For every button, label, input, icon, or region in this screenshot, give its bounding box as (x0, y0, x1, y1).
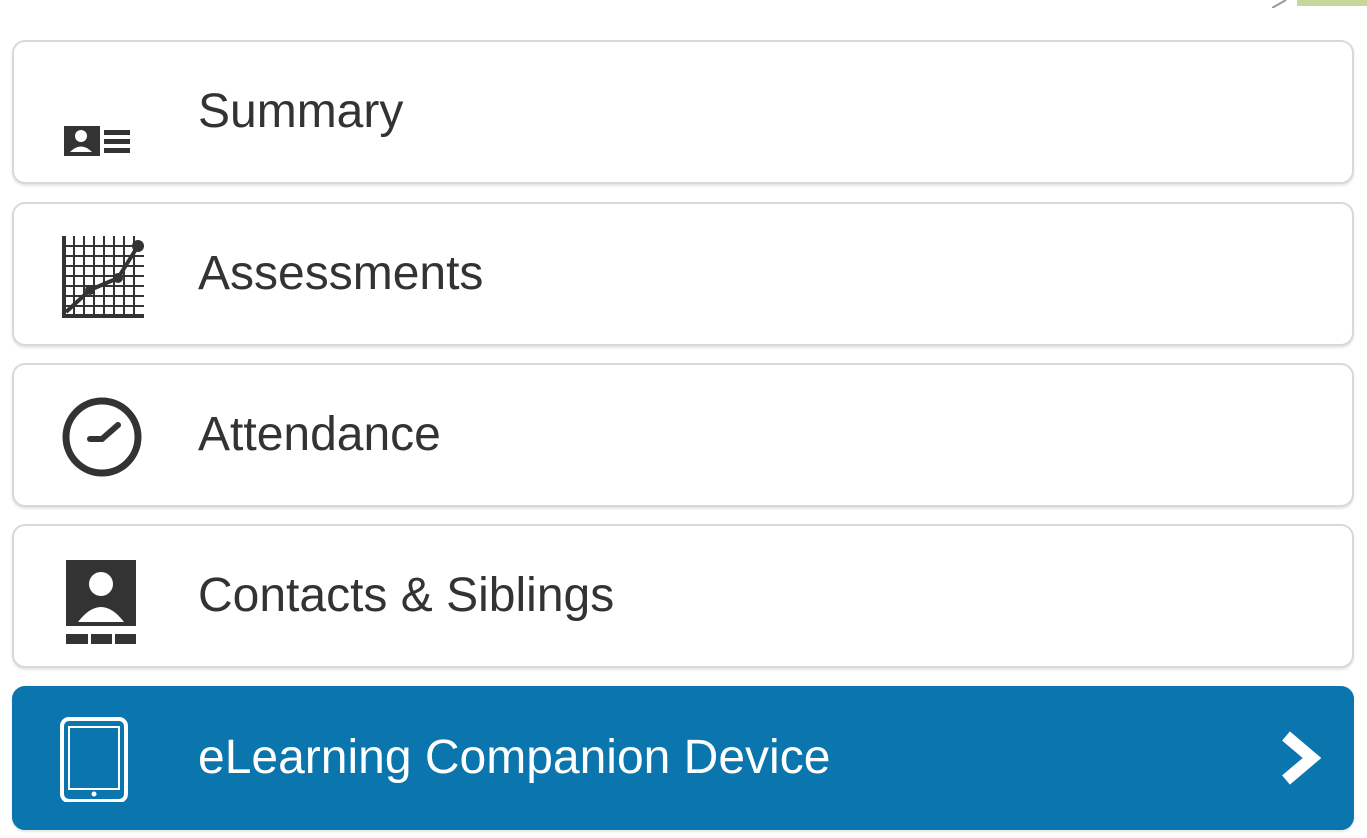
nav-item-summary[interactable]: Summary (12, 40, 1354, 184)
nav-item-assessments[interactable]: Assessments (12, 202, 1354, 346)
line-graph-icon (62, 236, 144, 318)
clock-icon (62, 397, 142, 477)
corner-decoration (1272, 0, 1367, 8)
nav-item-attendance-label: Attendance (198, 408, 441, 461)
nav-item-summary-label: Summary (198, 85, 404, 138)
contact-person-icon (66, 560, 136, 644)
tablet-icon (60, 717, 128, 802)
student-card-icon (64, 126, 130, 156)
nav-item-contacts-siblings[interactable]: Contacts & Siblings (12, 524, 1354, 668)
nav-item-assessments-label: Assessments (198, 247, 484, 300)
nav-item-contacts-siblings-label: Contacts & Siblings (198, 569, 615, 622)
nav-item-attendance[interactable]: Attendance (12, 363, 1354, 507)
nav-item-elearning-companion-device-label: eLearning Companion Device (198, 731, 831, 784)
chevron-right-icon (1282, 731, 1322, 785)
nav-item-elearning-companion-device[interactable]: eLearning Companion Device (12, 686, 1354, 830)
